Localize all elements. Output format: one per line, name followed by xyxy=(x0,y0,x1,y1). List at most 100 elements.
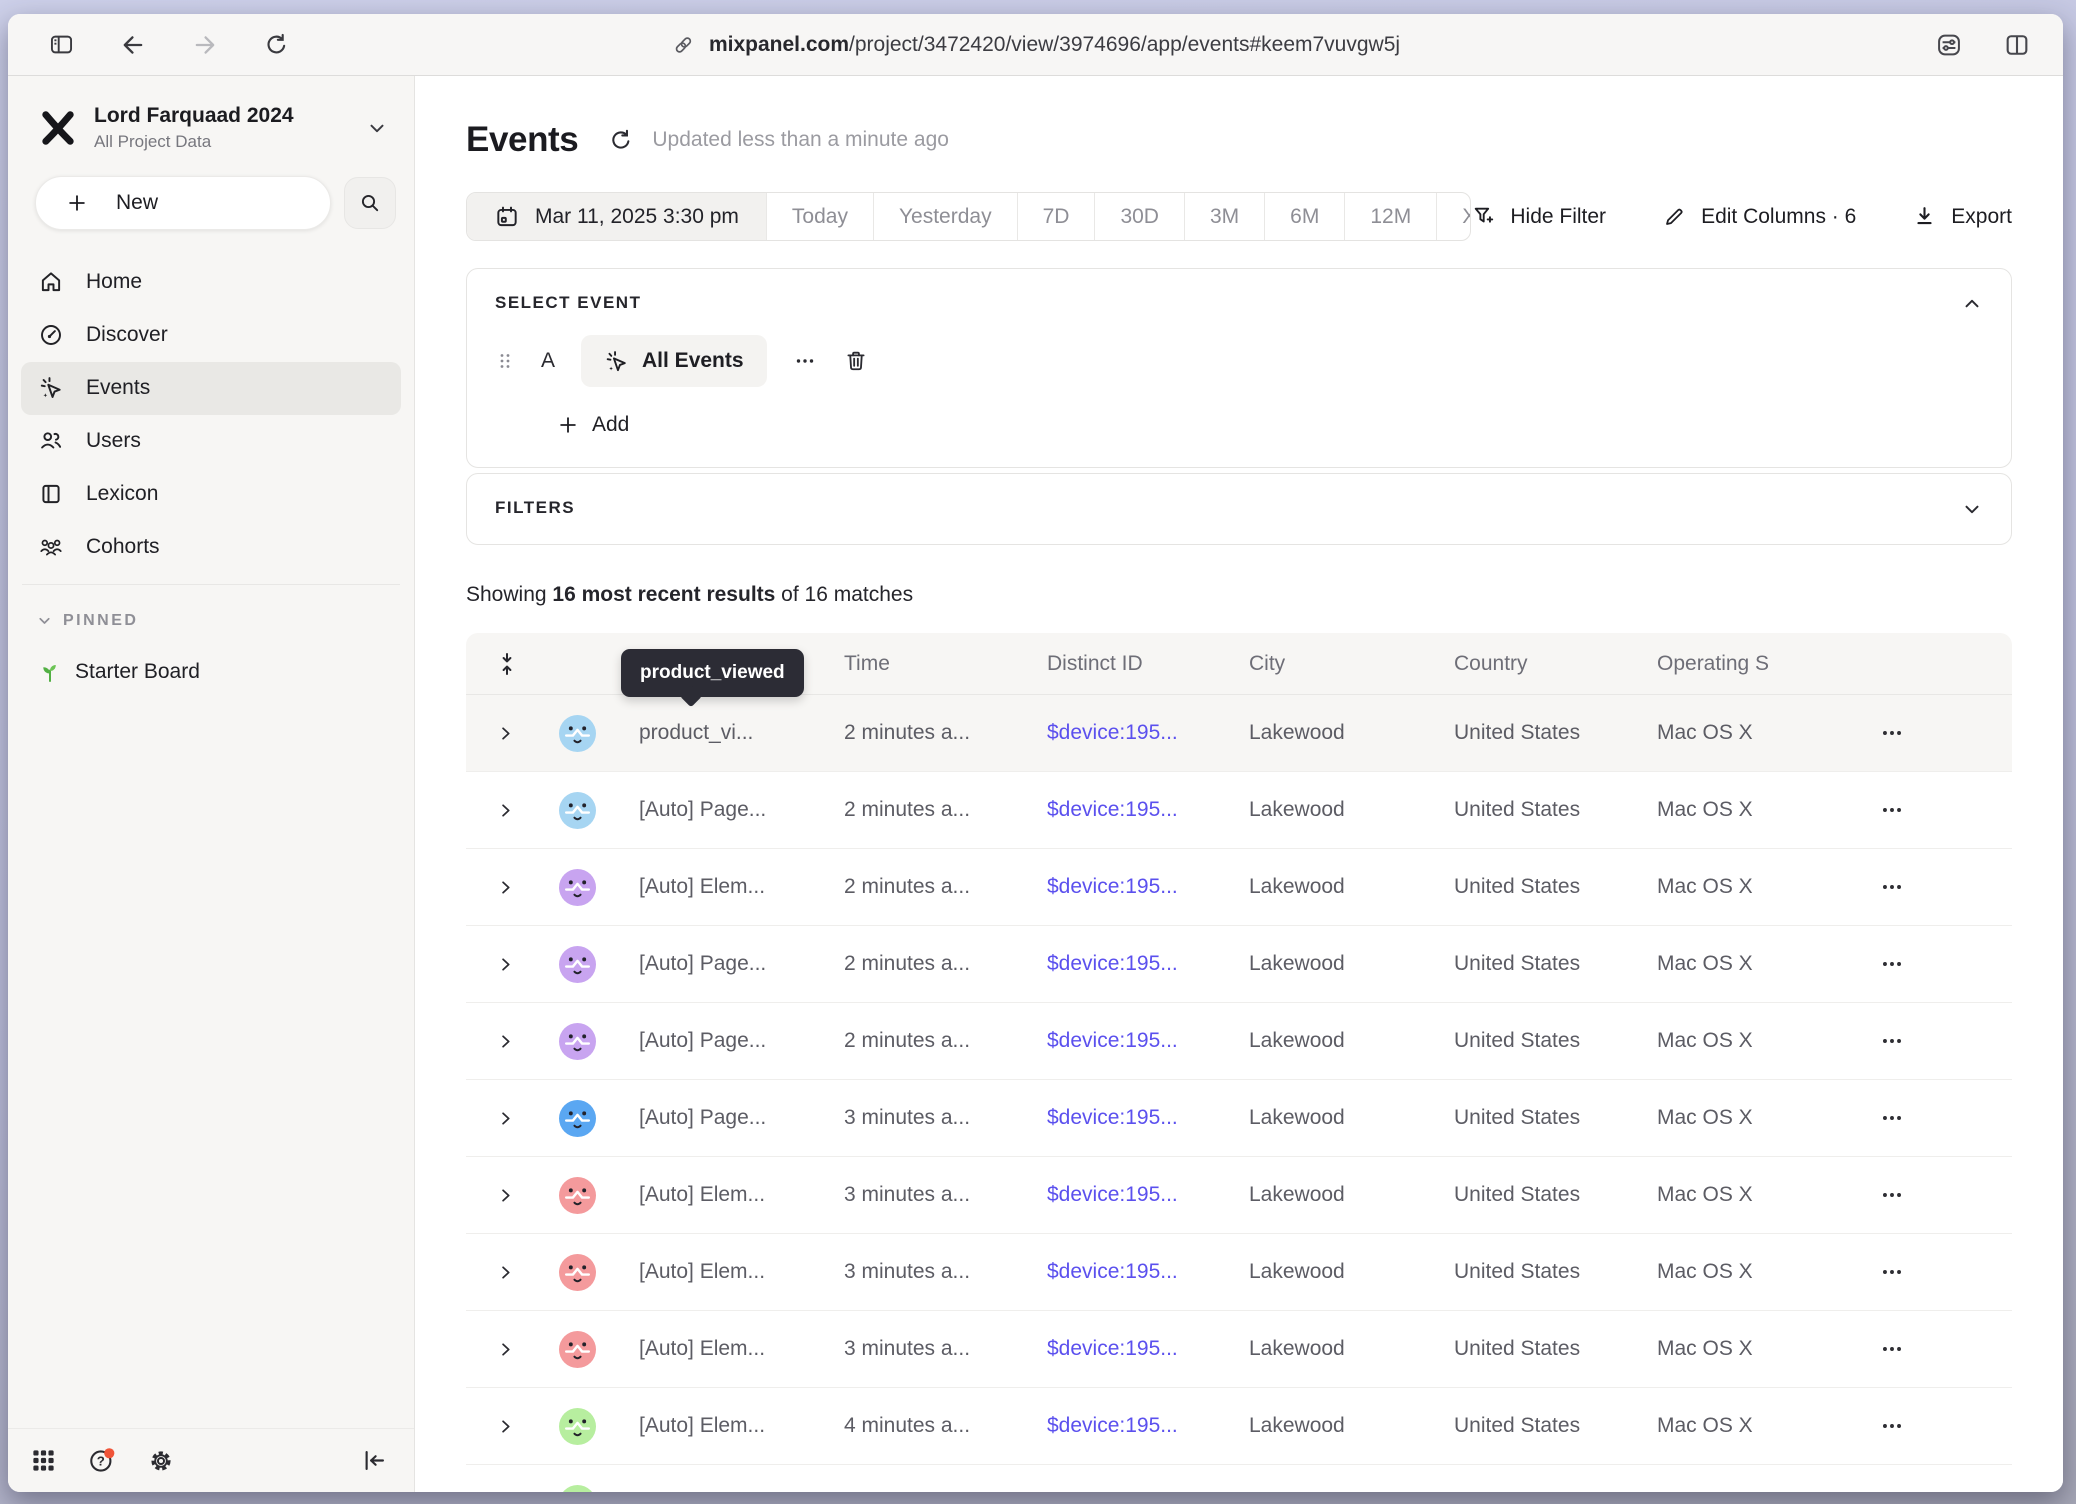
cell-distinct-id[interactable]: $device:195... xyxy=(1029,952,1231,976)
table-row[interactable]: [Auto] Elem... 3 minutes a... $device:19… xyxy=(466,1157,2012,1234)
refresh-icon[interactable] xyxy=(608,127,634,153)
more-icon[interactable] xyxy=(787,349,823,373)
apps-grid-icon[interactable] xyxy=(30,1447,57,1474)
cell-time: 2 minutes a... xyxy=(826,798,1029,822)
event-selector-chip[interactable]: All Events xyxy=(581,335,767,387)
range-3m[interactable]: 3M xyxy=(1184,193,1264,240)
pinned-section-header[interactable]: PINNED xyxy=(8,585,414,630)
new-button[interactable]: New xyxy=(35,176,331,230)
address-bar[interactable]: mixpanel.com/project/3472420/view/397469… xyxy=(671,33,1400,57)
table-row[interactable]: [Auto] Page... 2 minutes a... $device:19… xyxy=(466,772,2012,849)
range-today[interactable]: Today xyxy=(766,193,873,240)
search-button[interactable] xyxy=(344,177,396,229)
chevron-right-icon[interactable] xyxy=(466,1263,536,1282)
cell-distinct-id[interactable]: $device:195... xyxy=(1029,1029,1231,1053)
sidebar-item-users[interactable]: Users xyxy=(21,415,401,468)
drag-handle-icon[interactable] xyxy=(495,349,515,373)
row-more-icon[interactable] xyxy=(1861,720,2012,746)
sidebar-item-starter-board[interactable]: Starter Board xyxy=(8,630,414,684)
chevron-up-icon[interactable] xyxy=(1961,293,1983,315)
chevron-right-icon[interactable] xyxy=(466,1417,536,1436)
reload-icon[interactable] xyxy=(263,31,290,58)
range-12m[interactable]: 12M xyxy=(1344,193,1436,240)
page-settings-icon[interactable] xyxy=(1935,31,1963,59)
cell-distinct-id[interactable]: $device:195... xyxy=(1029,1183,1231,1207)
chevron-right-icon[interactable] xyxy=(466,955,536,974)
chevron-right-icon[interactable] xyxy=(466,801,536,820)
chevron-right-icon[interactable] xyxy=(466,1109,536,1128)
cell-distinct-id[interactable]: $device:195... xyxy=(1029,1414,1231,1438)
project-switcher[interactable]: Lord Farquaad 2024 All Project Data xyxy=(8,76,414,176)
add-event-label: Add xyxy=(592,413,629,437)
row-more-icon[interactable] xyxy=(1861,1105,2012,1131)
filter-icon xyxy=(1471,204,1496,229)
cell-distinct-id[interactable]: $device:195... xyxy=(1029,1337,1231,1361)
hide-filter-label: Hide Filter xyxy=(1510,205,1606,229)
date-picker[interactable]: Mar 11, 2025 3:30 pm xyxy=(467,193,766,240)
cell-distinct-id[interactable]: $device:195... xyxy=(1029,875,1231,899)
table-row[interactable]: [Auto] Page... 2 minutes a... $device:19… xyxy=(466,926,2012,1003)
range-7d[interactable]: 7D xyxy=(1017,193,1095,240)
gear-icon[interactable] xyxy=(147,1447,175,1475)
chevron-right-icon[interactable] xyxy=(466,878,536,897)
table-row[interactable]: product_vi... 2 minutes a... $device:195… xyxy=(466,695,2012,772)
table-row[interactable]: [Auto] Elem... 3 minutes a... $device:19… xyxy=(466,1311,2012,1388)
collapse-rows-icon[interactable] xyxy=(466,651,536,677)
row-more-icon[interactable] xyxy=(1861,797,2012,823)
cohorts-icon xyxy=(38,534,64,560)
table-row[interactable]: [Auto] Elem... 4 minutes a... $device:19… xyxy=(466,1388,2012,1465)
cell-country: United States xyxy=(1436,1260,1639,1284)
sidebar-item-home[interactable]: Home xyxy=(21,256,401,309)
edit-columns-button[interactable]: Edit Columns · 6 xyxy=(1662,204,1856,229)
sidebar-item-label: Lexicon xyxy=(86,482,158,506)
split-view-icon[interactable] xyxy=(2003,31,2031,59)
range-yesterday[interactable]: Yesterday xyxy=(873,193,1017,240)
calendar-icon xyxy=(494,204,520,230)
chevron-down-icon[interactable] xyxy=(1961,498,1983,520)
range-xtd[interactable]: XTD xyxy=(1436,193,1471,240)
cell-distinct-id[interactable]: $device:195... xyxy=(1029,1260,1231,1284)
cell-distinct-id[interactable]: $device:195... xyxy=(1029,721,1231,745)
collapse-sidebar-icon[interactable] xyxy=(361,1447,388,1474)
forward-icon[interactable] xyxy=(191,31,219,59)
cell-distinct-id[interactable]: $device:195... xyxy=(1029,798,1231,822)
help-icon[interactable]: ? xyxy=(87,1446,117,1476)
table-row[interactable] xyxy=(466,1465,2012,1492)
chevron-right-icon[interactable] xyxy=(466,1186,536,1205)
export-button[interactable]: Export xyxy=(1912,204,2012,229)
sidebar-item-discover[interactable]: Discover xyxy=(21,309,401,362)
back-icon[interactable] xyxy=(119,31,147,59)
row-more-icon[interactable] xyxy=(1861,1413,2012,1439)
table-row[interactable]: [Auto] Page... 3 minutes a... $device:19… xyxy=(466,1080,2012,1157)
chevron-right-icon[interactable] xyxy=(466,724,536,743)
table-row[interactable]: [Auto] Elem... 2 minutes a... $device:19… xyxy=(466,849,2012,926)
sidebar-toggle-icon[interactable] xyxy=(48,31,75,58)
col-city[interactable]: City xyxy=(1231,652,1436,676)
col-country[interactable]: Country xyxy=(1436,652,1639,676)
hide-filter-button[interactable]: Hide Filter xyxy=(1471,204,1606,229)
row-more-icon[interactable] xyxy=(1861,1490,2012,1492)
row-more-icon[interactable] xyxy=(1861,1336,2012,1362)
table-row[interactable]: [Auto] Elem... 3 minutes a... $device:19… xyxy=(466,1234,2012,1311)
row-more-icon[interactable] xyxy=(1861,951,2012,977)
sidebar-item-events[interactable]: Events xyxy=(21,362,401,415)
trash-icon[interactable] xyxy=(843,348,869,374)
chevron-right-icon[interactable] xyxy=(466,1340,536,1359)
col-time[interactable]: Time xyxy=(826,652,1029,676)
col-operating-system[interactable]: Operating S xyxy=(1639,652,1861,676)
row-more-icon[interactable] xyxy=(1861,1028,2012,1054)
table-row[interactable]: [Auto] Page... 2 minutes a... $device:19… xyxy=(466,1003,2012,1080)
row-more-icon[interactable] xyxy=(1861,1259,2012,1285)
chevron-right-icon[interactable] xyxy=(466,1032,536,1051)
cell-distinct-id[interactable]: $device:195... xyxy=(1029,1106,1231,1130)
event-avatar xyxy=(559,1408,596,1445)
range-6m[interactable]: 6M xyxy=(1264,193,1344,240)
col-distinct-id[interactable]: Distinct ID xyxy=(1029,652,1231,676)
sidebar-item-lexicon[interactable]: Lexicon xyxy=(21,468,401,521)
sidebar-item-cohorts[interactable]: Cohorts xyxy=(21,521,401,574)
row-more-icon[interactable] xyxy=(1861,874,2012,900)
add-event-button[interactable]: Add xyxy=(557,413,1983,437)
range-30d[interactable]: 30D xyxy=(1094,193,1184,240)
sidebar-item-label: Cohorts xyxy=(86,535,160,559)
row-more-icon[interactable] xyxy=(1861,1182,2012,1208)
